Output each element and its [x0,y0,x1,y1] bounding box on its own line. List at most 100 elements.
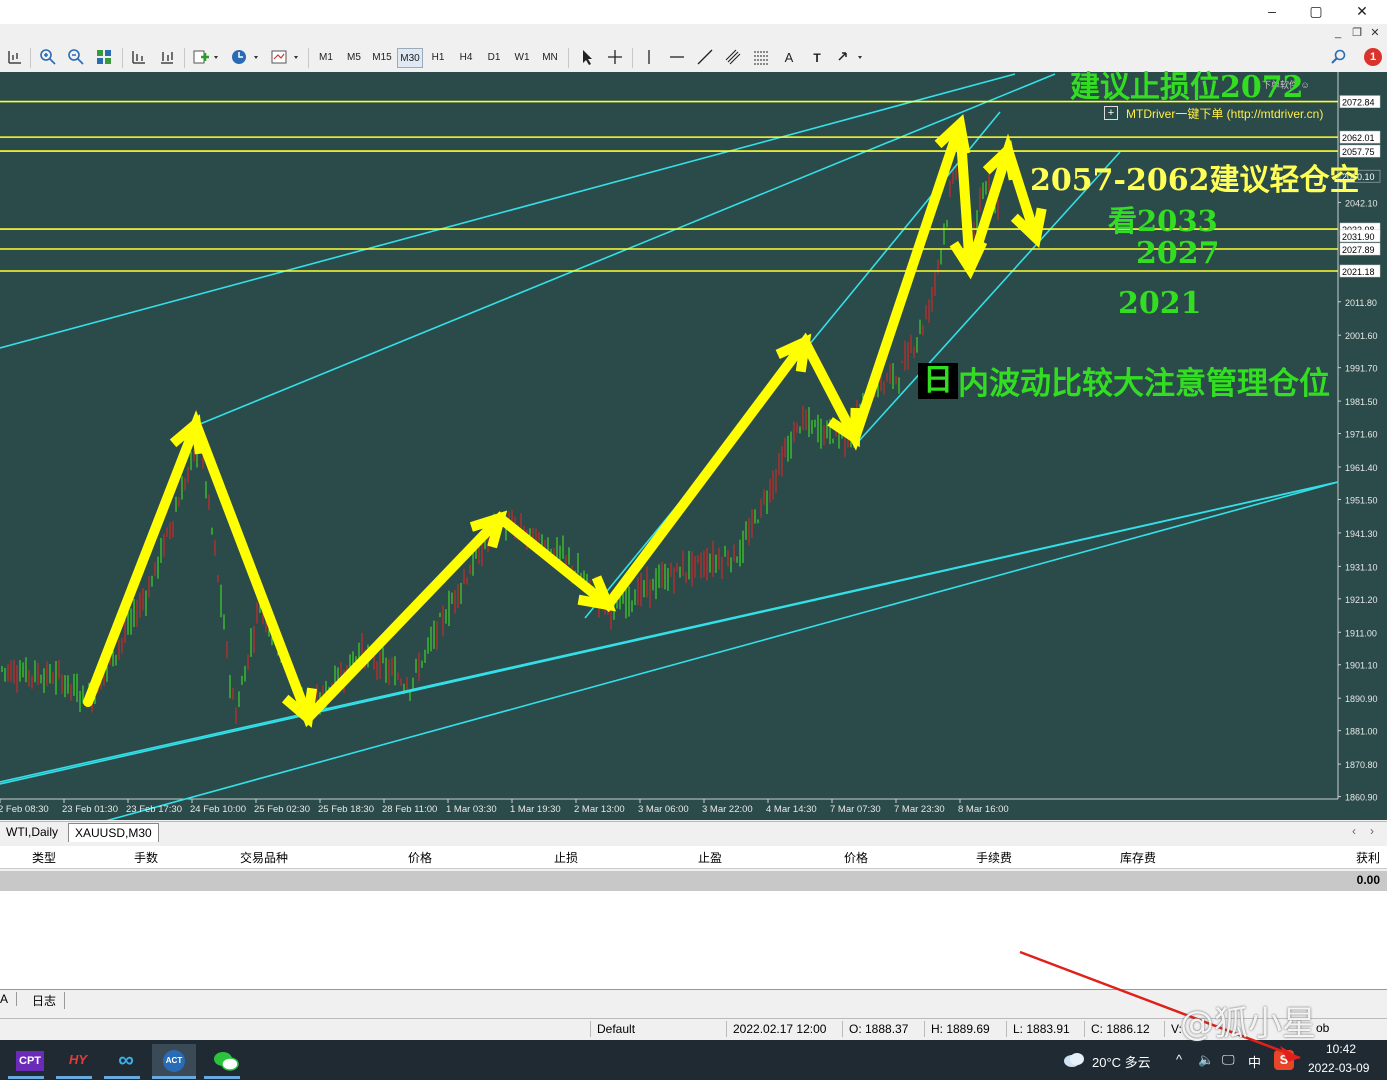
mdi-minimize-button[interactable]: _ [1330,25,1346,41]
close-button[interactable]: ✕ [1342,0,1382,22]
mdi-restore-button[interactable]: ❐ [1349,25,1365,41]
maximize-button[interactable]: ▢ [1296,0,1336,22]
col-type[interactable]: 类型 [0,849,56,866]
wechat-icon [214,1051,239,1071]
notification-badge[interactable]: 1 [1364,48,1382,66]
timeframe-m5[interactable]: M5 [341,48,367,68]
weather-text[interactable]: 20°C 多云 [1092,1052,1151,1071]
fibonacci-icon[interactable] [750,48,772,68]
cursor-icon[interactable] [576,48,598,68]
plugin-expand-button[interactable]: + [1104,106,1118,120]
tab-xauusd-m30[interactable]: XAUUSD,M30 [68,823,159,842]
taskbar-app-cpt[interactable]: CPT [8,1044,52,1076]
time-axis-label: 7 Mar 23:30 [894,804,945,815]
price-axis-label: 1961.40 [1345,463,1378,473]
trend-line [0,73,1016,349]
col-lots[interactable]: 手数 [60,849,158,866]
chart-bars-icon[interactable] [4,48,26,68]
timeframe-m1[interactable]: M1 [313,48,339,68]
status-profile[interactable]: Default [590,1021,725,1037]
stop-loss-annotation: 建议止损位2072 [1070,70,1304,105]
search-icon[interactable] [1328,48,1350,68]
terminal-tabs [0,990,1387,1012]
time-axis-label: 1 Mar 19:30 [510,804,561,815]
price-axis-label: 1971.60 [1345,430,1378,440]
plugin-label[interactable]: MTDriver一键下单 (http://mtdriver.cn) [1126,105,1323,122]
terminal-tab-journal[interactable]: 日志 [24,992,66,1009]
act-logo: ACT [163,1049,185,1072]
time-axis-label: 23 Feb 01:30 [62,804,118,815]
status-open: O: 1888.37 [842,1021,925,1037]
clock-date[interactable]: 2022-03-09 [1308,1061,1369,1075]
channel-icon[interactable] [722,48,744,68]
terminal-body [0,891,1387,990]
terminal-tab-a[interactable]: A [0,992,18,1006]
minimize-button[interactable]: – [1252,0,1292,22]
price-axis-label: 1911.00 [1345,628,1377,638]
taskbar-app-act[interactable]: ACT [152,1044,196,1076]
col-swap[interactable]: 库存费 [1014,849,1156,866]
zoom-in-icon[interactable] [36,48,60,68]
tab-wti-daily[interactable]: WTI,Daily [0,823,64,841]
timeframe-w1[interactable]: W1 [509,48,535,68]
time-axis-label: 1 Mar 03:30 [446,804,497,815]
chart-shift-icon[interactable] [128,48,150,68]
timeframe-h1[interactable]: H1 [425,48,451,68]
taskbar-app-link[interactable]: ∞ [104,1044,148,1076]
mdi-close-button[interactable]: ✕ [1367,25,1383,41]
col-price[interactable]: 价格 [290,849,432,866]
volume-icon[interactable]: 🔈 [1198,1052,1214,1068]
tab-scroll-left-icon[interactable]: ‹ [1352,824,1356,838]
timeframe-h4[interactable]: H4 [453,48,479,68]
periods-icon[interactable] [228,48,262,68]
time-axis-label: 28 Feb 11:00 [382,804,437,815]
col-profit[interactable]: 获利 [1300,849,1380,866]
trendline-icon[interactable] [694,48,716,68]
level-2027-annotation: 2027 [1136,236,1220,271]
target-annotation: 看2033 [1108,204,1218,238]
price-axis-label: 1951.50 [1345,495,1378,505]
price-axis-label: 1870.80 [1345,760,1378,770]
col-current-price[interactable]: 价格 [726,849,868,866]
timeframe-m15[interactable]: M15 [369,48,395,68]
tray-expand-icon[interactable]: ^ [1176,1052,1182,1067]
col-stop-loss[interactable]: 止损 [436,849,578,866]
vertical-line-icon[interactable] [638,48,660,68]
taskbar-active-indicator [56,1076,92,1079]
zoom-out-icon[interactable] [64,48,88,68]
timeframe-mn[interactable]: MN [537,48,563,68]
col-symbol[interactable]: 交易品种 [160,849,288,866]
autoscroll-icon[interactable] [156,48,178,68]
tab-scroll-right-icon[interactable]: › [1370,824,1374,838]
balance-value: 0.00 [1356,873,1380,887]
label-tool-icon[interactable]: T [806,48,828,68]
status-close: C: 1886.12 [1084,1021,1167,1037]
mdi-bar [0,24,1387,42]
status-datetime: 2022.02.17 12:00 [726,1021,843,1037]
crosshair-icon[interactable] [604,48,626,68]
templates-icon[interactable] [268,48,302,68]
taskbar-app-hy[interactable]: HY [56,1044,100,1076]
level-price-label: 2062.01 [1342,133,1375,143]
horizontal-line-icon[interactable] [666,48,688,68]
chart-tabs-bar [0,821,1387,844]
ime-indicator[interactable]: 中 [1248,1052,1261,1071]
indicators-icon[interactable] [190,48,222,68]
network-icon[interactable]: 🖵 [1222,1052,1235,1068]
balance-row [0,871,1387,891]
price-axis-label: 1941.30 [1345,529,1378,539]
col-take-profit[interactable]: 止盈 [580,849,722,866]
timeframe-m30[interactable]: M30 [397,48,423,68]
text-tool-icon[interactable]: A [778,48,800,68]
sogou-icon[interactable]: S [1274,1050,1294,1070]
taskbar-active-indicator [152,1076,196,1079]
arrows-tool-icon[interactable] [834,48,866,68]
price-axis-label: 1890.90 [1345,694,1378,704]
status-extra: ob [1316,1021,1330,1035]
clock-time[interactable]: 10:42 [1326,1042,1356,1056]
cpt-logo: CPT [16,1051,44,1071]
col-commission[interactable]: 手续费 [870,849,1012,866]
taskbar-app-wechat[interactable]: 微信 [204,1044,248,1076]
timeframe-d1[interactable]: D1 [481,48,507,68]
tile-windows-icon[interactable] [92,48,116,68]
